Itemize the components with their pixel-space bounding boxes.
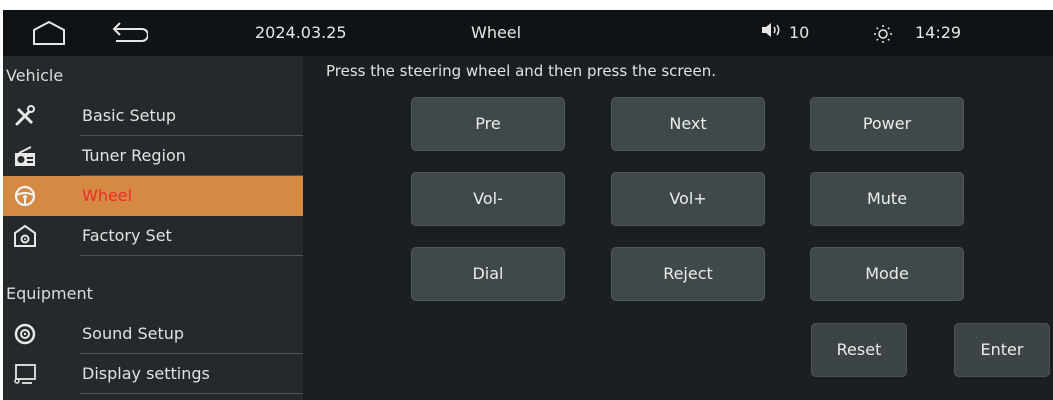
wheel-key-next-button[interactable]: Next bbox=[611, 97, 765, 151]
tools-icon bbox=[13, 104, 37, 128]
home-icon[interactable] bbox=[31, 10, 67, 56]
sidebar-item-tuner-region[interactable]: Tuner Region bbox=[3, 136, 303, 176]
enter-button[interactable]: Enter bbox=[954, 323, 1050, 377]
sidebar-item-sound-setup[interactable]: Sound Setup bbox=[3, 314, 303, 354]
volume-indicator[interactable]: 10 bbox=[761, 10, 809, 56]
clock-time: 14:29 bbox=[915, 23, 962, 42]
speaker-icon bbox=[13, 322, 37, 346]
wheel-key-mute-button[interactable]: Mute bbox=[810, 172, 964, 226]
settings-sidebar: Vehicle Basic Setup Tuner Region Wheel F… bbox=[3, 56, 303, 400]
sidebar-item-label: Tuner Region bbox=[82, 146, 186, 165]
head-unit-screen: 2024.03.25 Wheel 10 14:29 Vehicle Basic … bbox=[3, 10, 1053, 400]
steering-wheel-icon bbox=[13, 184, 37, 208]
wheel-learning-panel: Press the steering wheel and then press … bbox=[303, 56, 1053, 400]
date-text: 2024.03.25 bbox=[255, 23, 347, 42]
wheel-key-reject-button[interactable]: Reject bbox=[611, 247, 765, 301]
factory-settings-icon bbox=[13, 224, 37, 248]
wheel-key-dial-button[interactable]: Dial bbox=[411, 247, 565, 301]
sidebar-item-display-settings[interactable]: Display settings bbox=[3, 354, 303, 394]
speaker-icon bbox=[761, 10, 783, 56]
sidebar-item-label: Factory Set bbox=[82, 226, 172, 245]
back-icon[interactable] bbox=[108, 10, 149, 56]
sidebar-item-factory-set[interactable]: Factory Set bbox=[3, 216, 303, 256]
sidebar-item-label: Display settings bbox=[82, 364, 210, 383]
sidebar-item-label: Basic Setup bbox=[82, 106, 177, 125]
sidebar-item-basic-setup[interactable]: Basic Setup bbox=[3, 96, 303, 136]
status-bar: 2024.03.25 Wheel 10 14:29 bbox=[3, 10, 1053, 56]
divider bbox=[80, 255, 303, 256]
radio-icon bbox=[13, 144, 37, 168]
divider bbox=[80, 393, 303, 394]
volume-value: 10 bbox=[789, 23, 810, 42]
sidebar-item-label: Sound Setup bbox=[82, 324, 185, 343]
wheel-key-vol-down-button[interactable]: Vol- bbox=[411, 172, 565, 226]
page-title: Wheel bbox=[471, 23, 522, 42]
reset-button[interactable]: Reset bbox=[811, 323, 907, 377]
sidebar-item-wheel[interactable]: Wheel bbox=[3, 176, 303, 216]
section-header-equipment: Equipment bbox=[6, 284, 93, 303]
display-icon bbox=[13, 362, 37, 386]
wheel-key-mode-button[interactable]: Mode bbox=[810, 247, 964, 301]
wheel-key-vol-up-button[interactable]: Vol+ bbox=[611, 172, 765, 226]
sun-icon[interactable] bbox=[871, 10, 895, 56]
section-header-vehicle: Vehicle bbox=[6, 66, 64, 85]
sidebar-item-label: Wheel bbox=[82, 186, 133, 205]
wheel-key-pre-button[interactable]: Pre bbox=[411, 97, 565, 151]
instruction-text: Press the steering wheel and then press … bbox=[326, 62, 716, 80]
wheel-key-power-button[interactable]: Power bbox=[810, 97, 964, 151]
